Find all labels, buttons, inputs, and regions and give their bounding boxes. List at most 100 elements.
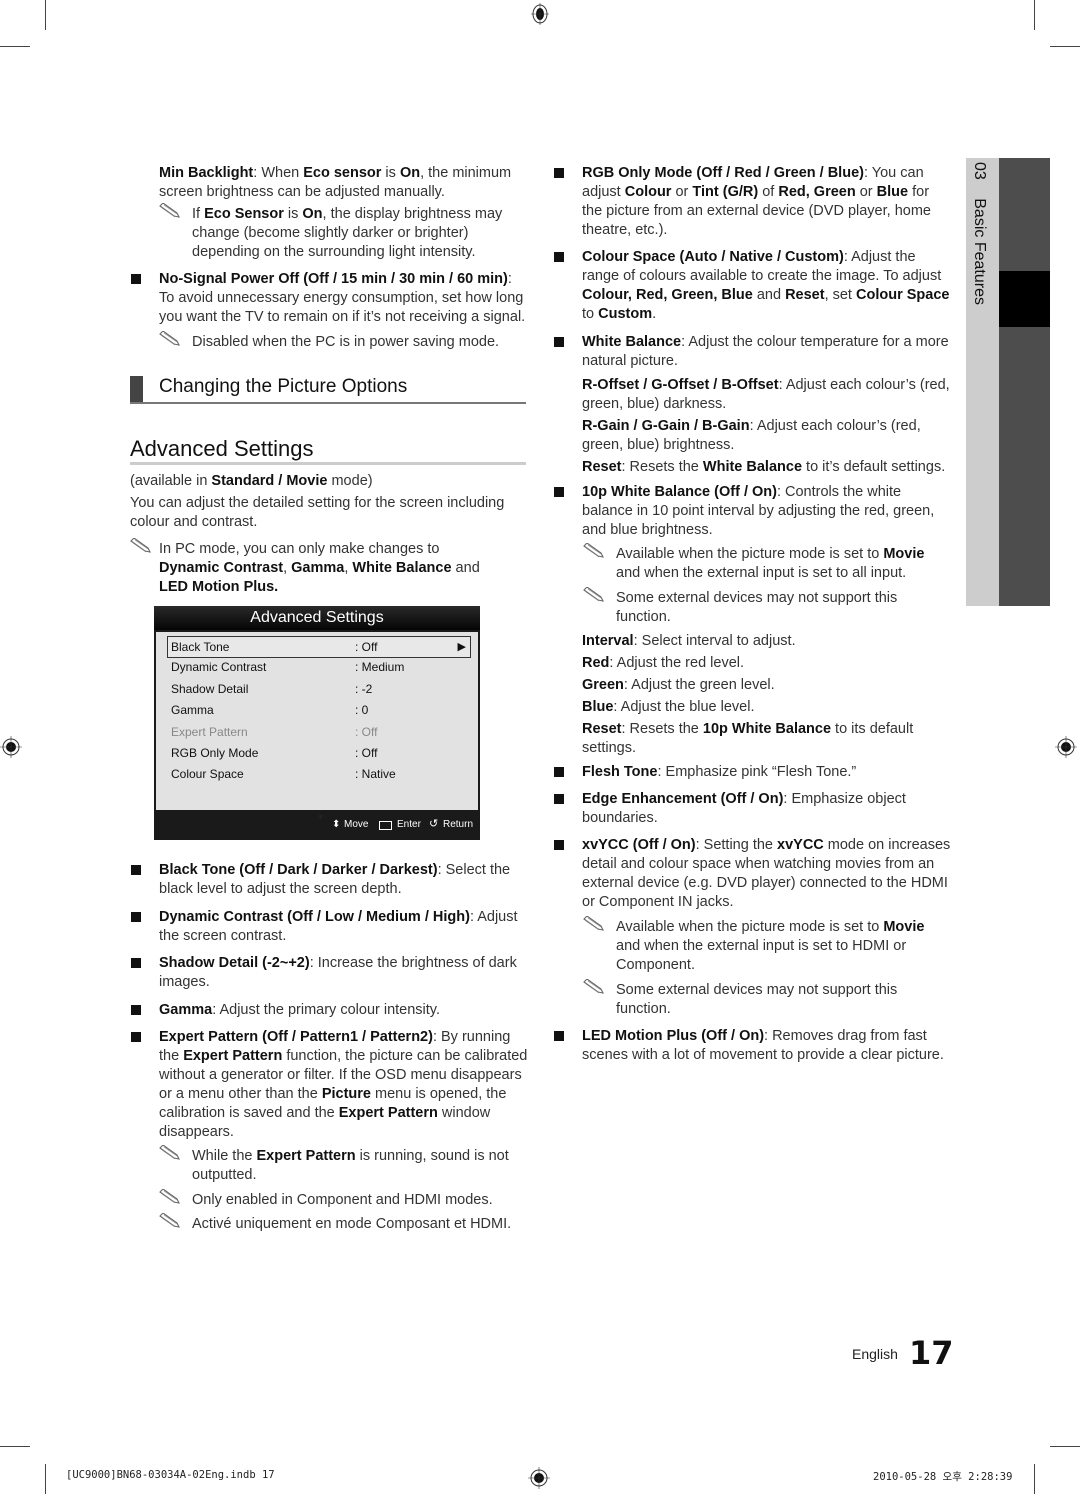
note-pencil-icon bbox=[159, 1213, 180, 1228]
feature-description: Edge Enhancement (Off / On): Emphasize o… bbox=[582, 790, 952, 828]
bold-term: Black Tone (Off / Dark / Darker / Darkes… bbox=[159, 862, 438, 878]
feature-description: 10p White Balance (Off / On): Controls t… bbox=[582, 483, 952, 540]
chapter-label: 03 Basic Features bbox=[970, 162, 988, 305]
expert-pattern-note: Activé uniquement en mode Composant et H… bbox=[192, 1215, 528, 1234]
osd-item-label: Colour Space bbox=[171, 767, 244, 782]
text-run: Some external devices may not support th… bbox=[616, 982, 898, 1017]
bold-term: Gamma bbox=[291, 560, 345, 576]
bold-term: Expert Pattern bbox=[338, 1105, 438, 1121]
pc-power-saving-note: Disabled when the PC is in power saving … bbox=[192, 333, 522, 352]
crop-mark bbox=[45, 1464, 46, 1494]
page-number: 17 bbox=[909, 1334, 954, 1372]
text-run: : Adjust the blue level. bbox=[613, 699, 755, 715]
note-pencil-icon bbox=[583, 587, 604, 602]
bullet-icon bbox=[554, 337, 564, 347]
bold-term: Movie bbox=[883, 919, 925, 935]
bold-term: Shadow Detail (-2~+2) bbox=[159, 955, 310, 971]
text-run: (available in bbox=[130, 473, 212, 489]
section-heading: Advanced Settings bbox=[130, 436, 526, 465]
bold-term: 10p White Balance (Off / On) bbox=[582, 484, 777, 500]
pc-mode-note: In PC mode, you can only make changes to… bbox=[159, 540, 499, 597]
feature-description: Green: Adjust the green level. bbox=[582, 676, 952, 695]
text-run: : When bbox=[253, 165, 304, 181]
feature-description: Blue: Adjust the blue level. bbox=[582, 698, 952, 717]
feature-note: Available when the picture mode is set t… bbox=[616, 545, 951, 583]
bullet-icon bbox=[554, 168, 564, 178]
intro-text: You can adjust the detailed setting for … bbox=[130, 495, 505, 530]
osd-menu-item[interactable]: Expert Pattern: Off bbox=[168, 722, 470, 742]
bold-term: xvYCC (Off / On) bbox=[582, 837, 696, 853]
bullet-icon bbox=[131, 958, 141, 968]
bold-term: Expert Pattern (Off / Pattern1 / Pattern… bbox=[159, 1029, 433, 1045]
bold-term: Red, Green bbox=[778, 184, 856, 200]
note-pencil-icon bbox=[159, 331, 180, 346]
bold-term: On bbox=[302, 206, 323, 222]
bold-term: Edge Enhancement (Off / On) bbox=[582, 791, 784, 807]
availability-text: (available in Standard / Movie mode) bbox=[130, 472, 526, 491]
enter-icon bbox=[379, 821, 392, 830]
text-run: of bbox=[758, 184, 779, 200]
text-run: : Setting the bbox=[695, 837, 778, 853]
expert-pattern-note: While the Expert Pattern is running, sou… bbox=[192, 1147, 528, 1185]
osd-menu-item[interactable]: RGB Only Mode: Off bbox=[168, 743, 470, 763]
bold-term: xvYCC bbox=[777, 837, 824, 853]
feature-description: xvYCC (Off / On): Setting the xvYCC mode… bbox=[582, 836, 952, 912]
feature-note: Some external devices may not support th… bbox=[616, 589, 951, 627]
bullet-icon bbox=[131, 1005, 141, 1015]
text-run: : Resets the bbox=[621, 459, 703, 475]
osd-menu-item[interactable]: Gamma: 0 bbox=[168, 700, 470, 720]
text-run: Available when the picture mode is set t… bbox=[616, 919, 884, 935]
osd-item-label: Gamma bbox=[171, 703, 214, 718]
text-run: : Resets the bbox=[621, 721, 703, 737]
bold-term: Custom bbox=[598, 306, 653, 322]
bold-term: Reset bbox=[582, 459, 622, 475]
bold-term: White Balance bbox=[352, 560, 452, 576]
osd-menu-item[interactable]: Dynamic Contrast: Medium bbox=[168, 657, 470, 677]
bold-term: Eco sensor bbox=[303, 165, 382, 181]
bold-term: LED Motion Plus (Off / On) bbox=[582, 1028, 765, 1044]
bullet-icon bbox=[554, 767, 564, 777]
text-run: Only enabled in Component and HDMI modes… bbox=[192, 1192, 493, 1208]
bold-term: No-Signal Power Off (Off / 15 min / 30 m… bbox=[159, 271, 508, 287]
subsection-title: Changing the Picture Options bbox=[159, 376, 408, 397]
osd-item-label: Black Tone bbox=[171, 640, 230, 654]
bold-term: White Balance bbox=[702, 459, 803, 475]
feature-description: Reset: Resets the 10p White Balance to i… bbox=[582, 720, 952, 758]
osd-menu-item[interactable]: Black Tone: Off ▶ bbox=[167, 636, 471, 658]
text-run: or bbox=[671, 184, 693, 200]
bullet-icon bbox=[131, 274, 141, 284]
feature-description: LED Motion Plus (Off / On): Removes drag… bbox=[582, 1027, 952, 1065]
text-run: : Adjust the red level. bbox=[609, 655, 745, 671]
osd-menu-item[interactable]: Shadow Detail: -2 bbox=[168, 679, 470, 699]
bold-term: Interval bbox=[582, 633, 634, 649]
bold-term: R-Gain / G-Gain / B-Gain bbox=[582, 418, 750, 434]
bold-term: Movie bbox=[883, 546, 925, 562]
submenu-arrow-icon[interactable]: ▶ bbox=[458, 637, 466, 657]
osd-item-value: : Native bbox=[355, 767, 396, 782]
bold-term: Dynamic Contrast (Off / Low / Medium / H… bbox=[159, 909, 470, 925]
bold-term: White Balance bbox=[582, 334, 682, 350]
bullet-icon bbox=[554, 840, 564, 850]
section-title: Advanced Settings bbox=[130, 436, 314, 461]
text-run: mode) bbox=[327, 473, 373, 489]
bold-term: Colour, Red, Green, Blue bbox=[582, 287, 753, 303]
chapter-number: 03 bbox=[971, 162, 988, 180]
bold-term: Tint (G/R) bbox=[692, 184, 759, 200]
bullet-icon bbox=[131, 1032, 141, 1042]
text-run: If bbox=[192, 206, 205, 222]
min-backlight-paragraph: Min Backlight: When Eco sensor is On, th… bbox=[159, 164, 527, 202]
bullet-icon bbox=[554, 487, 564, 497]
bold-term: Blue bbox=[582, 699, 614, 715]
crop-mark bbox=[1050, 46, 1080, 47]
feature-description: Flesh Tone: Emphasize pink “Flesh Tone.” bbox=[582, 763, 952, 782]
note-pencil-icon bbox=[159, 1189, 180, 1204]
osd-menu-item[interactable]: Colour Space : Native bbox=[168, 764, 470, 784]
bullet-icon bbox=[554, 1031, 564, 1041]
text-run: to bbox=[582, 306, 599, 322]
feature-description: R-Gain / G-Gain / B-Gain: Adjust each co… bbox=[582, 417, 952, 455]
registration-mark-icon bbox=[531, 3, 549, 25]
advanced-settings-osd-menu: Advanced Settings ▼ Black Tone: Off ▶ Dyna… bbox=[154, 606, 480, 840]
note-pencil-icon bbox=[583, 916, 604, 931]
note-pencil-icon bbox=[159, 203, 180, 218]
text-run: Some external devices may not support th… bbox=[616, 590, 898, 625]
